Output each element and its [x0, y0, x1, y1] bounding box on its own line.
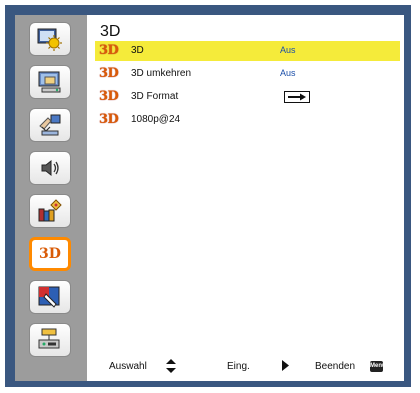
network-lan-icon: [38, 328, 60, 349]
sidebar-item-picture[interactable]: [29, 22, 71, 56]
right-triangle-icon: [282, 360, 289, 371]
sidebar-item-network[interactable]: [29, 323, 71, 357]
up-down-arrows-icon: [166, 359, 176, 373]
sidebar-item-display[interactable]: [29, 65, 71, 99]
menu-row-label: 3D: [131, 45, 144, 56]
3d-icon: 3D: [99, 43, 119, 58]
page-title: 3D: [100, 23, 121, 40]
3d-icon: 3D: [99, 112, 119, 127]
sidebar-item-setup[interactable]: [29, 108, 71, 142]
sidebar-item-options[interactable]: [29, 194, 71, 228]
sidebar-item-3d[interactable]: 3D: [29, 237, 71, 271]
picture-sun-icon: [37, 28, 62, 51]
menu-row-3d[interactable]: 3D 3D Aus: [95, 41, 400, 61]
menu-row-3d-format[interactable]: 3D 3D Format: [95, 87, 400, 107]
footer-hints: Auswahl Eing. Beenden Menu: [87, 357, 404, 377]
sidebar-item-audio[interactable]: [29, 151, 71, 185]
menu-row-value[interactable]: Aus: [280, 45, 296, 55]
sidebar-item-interactive[interactable]: [29, 280, 71, 314]
menu-row-1080p24[interactable]: 3D 1080p@24: [95, 110, 400, 130]
select-hint-label: Auswahl: [109, 361, 147, 372]
display-screen-icon: [38, 71, 61, 93]
3d-icon: 3D: [99, 89, 119, 104]
3d-icon: 3D: [39, 246, 61, 262]
pen-touch-icon: [38, 286, 60, 308]
sidebar: 3D: [15, 15, 87, 381]
menu-row-label: 3D Format: [131, 91, 179, 102]
enter-hint-label: Eing.: [227, 361, 250, 372]
exit-hint-label: Beenden: [315, 361, 356, 372]
3d-icon: 3D: [99, 66, 119, 81]
hand-wrench-icon: [39, 114, 61, 136]
menu-row-3d-invert[interactable]: 3D 3D umkehren Aus: [95, 64, 400, 84]
arrow-right-icon[interactable]: [284, 91, 310, 103]
speaker-icon: [41, 159, 59, 177]
books-diamond-icon: [38, 199, 62, 222]
menu-row-value[interactable]: Aus: [280, 68, 296, 78]
main-panel: 3D 3D 3D Aus 3D 3D umkehren Aus 3D 3D Fo…: [87, 15, 404, 381]
menu-key-icon: Menu: [370, 361, 386, 372]
menu-row-label: 1080p@24: [131, 114, 181, 125]
menu-row-label: 3D umkehren: [131, 68, 192, 79]
